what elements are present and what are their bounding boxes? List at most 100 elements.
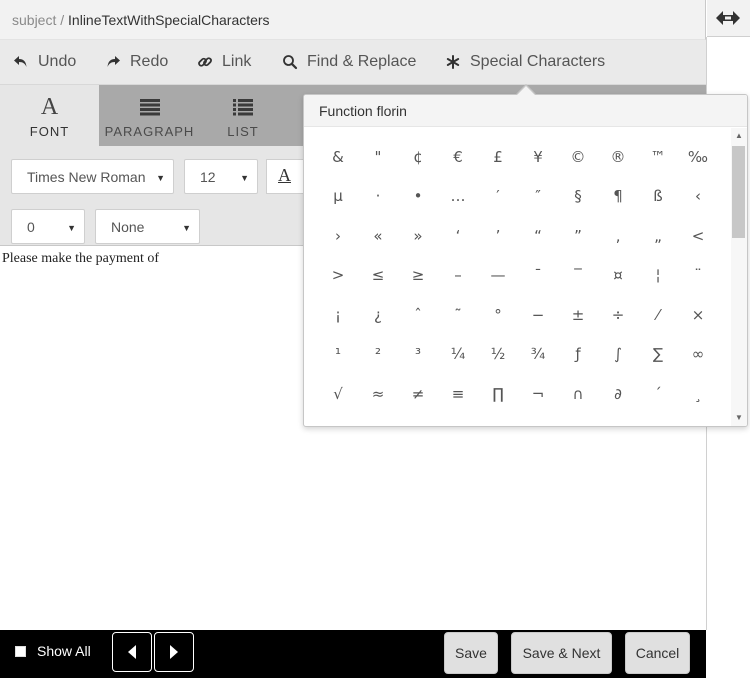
special-character-cell[interactable]: ƒ <box>558 335 598 374</box>
special-characters-button[interactable]: Special Characters <box>444 40 605 84</box>
special-character-cell[interactable]: µ <box>318 177 358 216</box>
special-character-cell[interactable]: ¡ <box>318 295 358 334</box>
find-replace-button[interactable]: Find & Replace <box>281 40 416 84</box>
special-character-cell[interactable]: < <box>678 216 718 255</box>
special-character-cell[interactable]: ≤ <box>358 256 398 295</box>
special-character-cell[interactable]: − <box>518 295 558 334</box>
special-character-cell[interactable]: ≈ <box>358 374 398 413</box>
special-character-cell[interactable]: ‰ <box>678 137 718 176</box>
special-character-cell[interactable]: ³ <box>398 335 438 374</box>
link-button[interactable]: Link <box>196 40 251 84</box>
special-character-cell[interactable]: ß <box>638 177 678 216</box>
special-character-cell[interactable]: ≥ <box>398 256 438 295</box>
tab-list[interactable]: LIST <box>200 85 286 146</box>
special-character-cell[interactable]: ¶ <box>598 177 638 216</box>
special-character-cell[interactable]: “ <box>518 216 558 255</box>
special-character-cell[interactable]: € <box>438 137 478 176</box>
special-character-cell[interactable]: ∂ <box>598 374 638 413</box>
special-character-cell[interactable]: ∞ <box>678 335 718 374</box>
special-character-cell[interactable]: ‚ <box>598 216 638 255</box>
popup-scrollbar[interactable]: ▲ ▼ <box>731 128 747 426</box>
special-character-cell[interactable]: ≡ <box>438 374 478 413</box>
chevron-down-icon: ▼ <box>67 223 76 233</box>
font-color-button[interactable]: A <box>266 159 304 194</box>
special-character-cell[interactable]: ⁄ <box>638 295 678 334</box>
spacing-select[interactable]: 0 ▼ <box>11 209 85 244</box>
special-character-cell[interactable]: ‘ <box>438 216 478 255</box>
font-size-select[interactable]: 12 ▼ <box>184 159 258 194</box>
special-character-cell[interactable]: © <box>558 137 598 176</box>
special-character-cell[interactable]: ¤ <box>598 256 638 295</box>
special-character-cell[interactable]: ´ <box>638 374 678 413</box>
special-character-cell[interactable]: ² <box>358 335 398 374</box>
special-character-cell[interactable]: ¼ <box>438 335 478 374</box>
special-character-cell[interactable]: ≠ <box>398 374 438 413</box>
font-family-select[interactable]: Times New Roman ▼ <box>11 159 174 194</box>
special-character-cell[interactable]: › <box>318 216 358 255</box>
special-character-cell[interactable]: … <box>438 177 478 216</box>
special-character-cell[interactable]: ÷ <box>598 295 638 334</box>
special-character-cell[interactable]: ¬ <box>518 374 558 413</box>
expand-collapse-button[interactable] <box>707 0 750 37</box>
special-character-cell[interactable]: ’ <box>478 216 518 255</box>
scroll-up-icon[interactable]: ▲ <box>735 131 743 140</box>
special-character-cell[interactable]: £ <box>478 137 518 176</box>
breadcrumb-root[interactable]: subject <box>12 12 56 28</box>
special-character-cell[interactable]: ¸ <box>678 374 718 413</box>
special-character-cell[interactable]: » <box>398 216 438 255</box>
special-character-cell[interactable]: « <box>358 216 398 255</box>
tab-paragraph[interactable]: PARAGRAPH <box>99 85 200 146</box>
special-character-cell[interactable]: ˆ <box>398 295 438 334</box>
show-all-label: Show All <box>37 643 91 659</box>
special-character-cell[interactable]: ½ <box>478 335 518 374</box>
scroll-down-icon[interactable]: ▼ <box>735 413 743 422</box>
special-character-cell[interactable]: · <box>358 177 398 216</box>
special-character-cell[interactable]: ® <box>598 137 638 176</box>
special-character-cell[interactable]: ¾ <box>518 335 558 374</box>
special-character-cell[interactable]: ∩ <box>558 374 598 413</box>
special-character-cell[interactable]: ′ <box>478 177 518 216</box>
special-character-cell[interactable]: ¨ <box>678 256 718 295</box>
special-character-cell[interactable]: ¢ <box>398 137 438 176</box>
redo-button[interactable]: Redo <box>104 40 168 84</box>
special-character-cell[interactable]: ˜ <box>438 295 478 334</box>
undo-button[interactable]: Undo <box>12 40 76 84</box>
special-character-cell[interactable]: ¯ <box>518 256 558 295</box>
special-character-cell[interactable]: ¦ <box>638 256 678 295</box>
previous-button[interactable] <box>112 632 152 672</box>
scrollbar-thumb[interactable] <box>732 146 745 238</box>
editor-content[interactable]: Please make the payment of <box>2 251 159 267</box>
special-character-cell[interactable]: § <box>558 177 598 216</box>
special-character-cell[interactable]: × <box>678 295 718 334</box>
special-character-cell[interactable]: ¿ <box>358 295 398 334</box>
special-character-cell[interactable]: ™ <box>638 137 678 176</box>
show-all-checkbox[interactable] <box>15 645 26 657</box>
special-character-cell[interactable]: ± <box>558 295 598 334</box>
special-character-cell[interactable]: ∑ <box>638 335 678 374</box>
cancel-button[interactable]: Cancel <box>625 632 690 674</box>
special-character-cell[interactable]: √ <box>318 374 358 413</box>
special-character-cell[interactable]: & <box>318 137 358 176</box>
special-character-cell[interactable]: ” <box>558 216 598 255</box>
special-character-cell[interactable]: > <box>318 256 358 295</box>
special-character-cell[interactable]: ‾ <box>558 256 598 295</box>
next-button[interactable] <box>154 632 194 672</box>
save-next-button[interactable]: Save & Next <box>511 632 612 674</box>
special-character-cell[interactable]: ° <box>478 295 518 334</box>
special-character-cell[interactable]: ∫ <box>598 335 638 374</box>
special-character-cell[interactable]: • <box>398 177 438 216</box>
effect-select[interactable]: None ▼ <box>95 209 200 244</box>
special-character-cell[interactable]: " <box>358 137 398 176</box>
show-all-toggle[interactable]: Show All <box>15 643 91 659</box>
special-character-cell[interactable]: ″ <box>518 177 558 216</box>
special-character-cell[interactable]: – <box>438 256 478 295</box>
special-character-cell[interactable]: ∏ <box>478 374 518 413</box>
special-character-cell[interactable]: — <box>478 256 518 295</box>
tab-font[interactable]: A FONT <box>0 85 99 146</box>
special-character-cell[interactable]: ¥ <box>518 137 558 176</box>
popup-title: Function florin <box>319 103 407 119</box>
special-character-cell[interactable]: ‹ <box>678 177 718 216</box>
special-character-cell[interactable]: ¹ <box>318 335 358 374</box>
save-button[interactable]: Save <box>444 632 498 674</box>
special-character-cell[interactable]: „ <box>638 216 678 255</box>
